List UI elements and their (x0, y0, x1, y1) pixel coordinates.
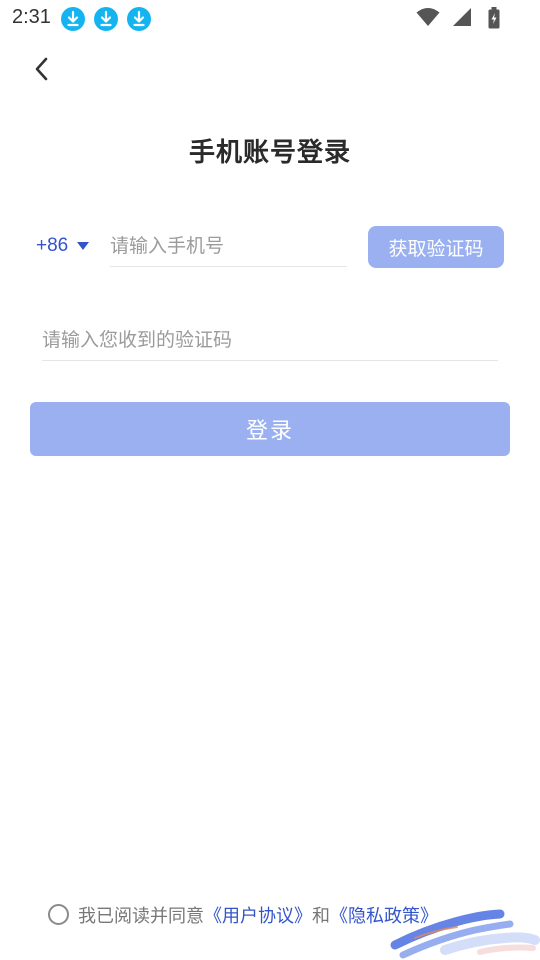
battery-icon (488, 7, 500, 29)
agreement-conjunction: 和 (312, 906, 330, 927)
verification-code-input[interactable] (42, 320, 498, 361)
chevron-left-icon (35, 57, 48, 81)
download-icon (61, 7, 85, 31)
back-button[interactable] (26, 52, 58, 86)
wifi-icon (416, 8, 440, 26)
phone-input[interactable] (110, 226, 347, 267)
status-time: 2:31 (12, 6, 51, 28)
login-button[interactable]: 登录 (30, 402, 510, 456)
country-code-selector[interactable]: +86 (36, 235, 68, 257)
agreement-prefix: 我已阅读并同意 (78, 906, 204, 927)
agreement-text: 我已阅读并同意《用户协议》和《隐私政策》 (78, 902, 438, 928)
caret-down-icon[interactable] (77, 242, 89, 250)
download-icon (94, 7, 118, 31)
agree-checkbox[interactable] (48, 904, 69, 925)
privacy-policy-link[interactable]: 《隐私政策》 (330, 906, 438, 927)
signal-icon (453, 8, 471, 26)
login-screen: 2:31 手机账号登录 +86 请输入手机号 获取验证码 请输入您收到的验证码 … (0, 0, 540, 960)
page-title: 手机账号登录 (188, 138, 351, 168)
user-agreement-link[interactable]: 《用户协议》 (204, 906, 312, 927)
get-code-button[interactable]: 获取验证码 (368, 226, 504, 268)
status-bar: 2:31 (0, 0, 540, 36)
download-icon (127, 7, 151, 31)
